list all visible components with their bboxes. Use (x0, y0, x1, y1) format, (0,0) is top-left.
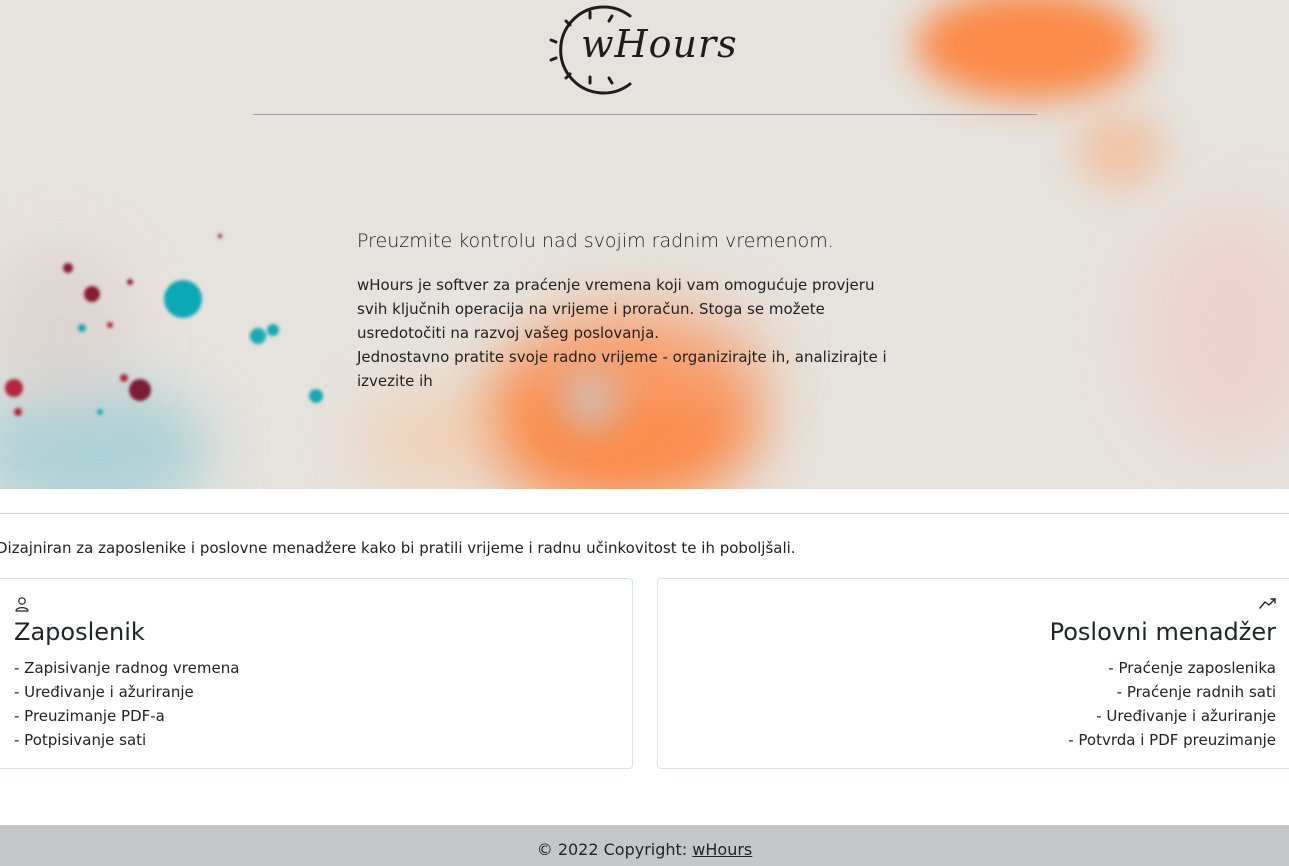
hero-paragraph-line: svih ključnih operacija na vrijeme i pro… (357, 300, 825, 318)
hero-paragraph: wHours je softver za praćenje vremena ko… (357, 273, 927, 393)
hero-paragraph-line: Jednostavno pratite svoje radno vrijeme … (357, 348, 887, 366)
hero-section: wHours Preuzmite kontrolu nad svojim rad… (0, 0, 1289, 489)
list-item: - Praćenje radnih sati (1116, 683, 1276, 701)
footer: © 2022 Copyright: wHours (0, 825, 1289, 866)
list-item: - Zapisivanje radnog vremena (14, 659, 240, 677)
list-item: - Praćenje zaposlenika (1108, 659, 1276, 677)
manager-feature-list: - Praćenje zaposlenika - Praćenje radnih… (1068, 656, 1276, 752)
manager-card-title: Poslovni menadžer (1049, 618, 1276, 646)
employee-feature-list: - Zapisivanje radnog vremena - Uređivanj… (14, 656, 239, 752)
graph-up-icon (1259, 598, 1276, 609)
copyright-text: © 2022 Copyright: (536, 840, 688, 859)
list-item: - Preuzimanje PDF-a (14, 707, 165, 725)
hero-paragraph-line: izvezite ih (357, 372, 433, 390)
employee-card-title: Zaposlenik (14, 618, 145, 646)
list-item: - Potvrda i PDF preuzimanje (1068, 731, 1276, 749)
hero-divider (253, 114, 1037, 115)
hero-paragraph-line: usredotočiti na razvoj vašeg poslovanja. (357, 324, 660, 342)
intro-text: Dizajniran za zaposlenike i poslovne men… (0, 539, 796, 557)
brand-logo-text: wHours (581, 22, 738, 66)
footer-home-link[interactable]: wHours (692, 840, 752, 859)
section-divider (0, 513, 1289, 514)
list-item: - Uređivanje i ažuriranje (14, 683, 194, 701)
user-icon (15, 597, 29, 612)
list-item: - Potpisivanje sati (14, 731, 147, 749)
hero-paragraph-line: wHours je softver za praćenje vremena ko… (357, 276, 875, 294)
hero-heading: Preuzmite kontrolu nad svojim radnim vre… (357, 230, 834, 252)
manager-card: Poslovni menadžer - Praćenje zaposlenika… (657, 578, 1289, 769)
list-item: - Uređivanje i ažuriranje (1096, 707, 1276, 725)
employee-card: Zaposlenik - Zapisivanje radnog vremena … (0, 578, 633, 769)
